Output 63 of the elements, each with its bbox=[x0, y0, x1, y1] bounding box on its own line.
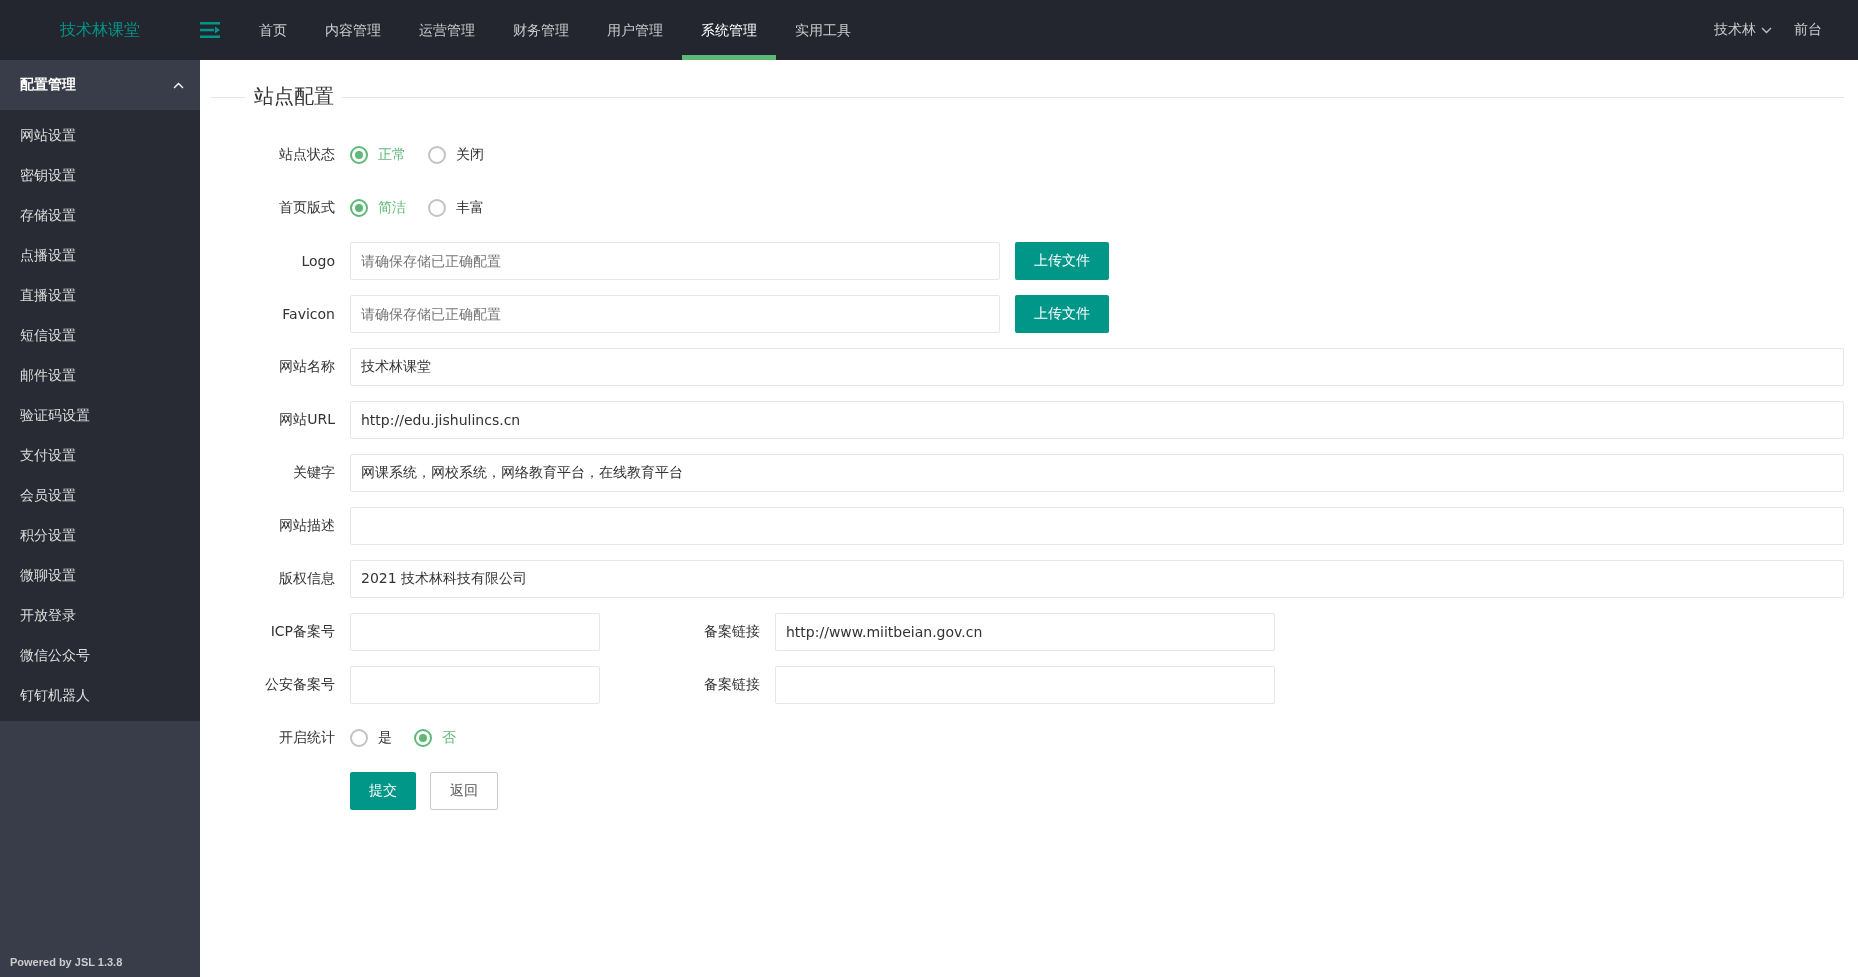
text-field[interactable] bbox=[350, 613, 600, 651]
file-path-field[interactable]: 请确保存储已正确配置 bbox=[350, 242, 1000, 280]
field-label: 网站名称 bbox=[278, 358, 336, 376]
nav-tab[interactable]: 实用工具 bbox=[776, 0, 870, 60]
field-label: 网站URL bbox=[278, 411, 336, 429]
sidebar-item[interactable]: 钉钉机器人 bbox=[0, 675, 200, 715]
chevron-up-icon bbox=[173, 81, 184, 89]
sidebar-item[interactable]: 开放登录 bbox=[0, 595, 200, 635]
radio-option[interactable]: 是 bbox=[350, 729, 392, 747]
field-label: ICP备案号 bbox=[269, 623, 336, 641]
sidebar-item[interactable]: 短信设置 bbox=[0, 315, 200, 355]
nav-tab[interactable]: 运营管理 bbox=[400, 0, 494, 60]
nav-tab[interactable]: 财务管理 bbox=[494, 0, 588, 60]
file-path-field[interactable]: 请确保存储已正确配置 bbox=[350, 295, 1000, 333]
radio-option[interactable]: 关闭 bbox=[428, 146, 484, 164]
sidebar-item[interactable]: 存储设置 bbox=[0, 195, 200, 235]
submit-button[interactable]: 提交 bbox=[350, 772, 416, 810]
text-field[interactable]: 技术林课堂 bbox=[350, 348, 1844, 386]
sidebar-item[interactable]: 验证码设置 bbox=[0, 395, 200, 435]
field-label: 备案链接 bbox=[703, 623, 761, 641]
text-field[interactable] bbox=[775, 666, 1275, 704]
version-text: Powered by JSL 1.3.8 bbox=[9, 956, 124, 970]
section-title: 站点配置 bbox=[253, 83, 335, 110]
sidebar-item[interactable]: 邮件设置 bbox=[0, 355, 200, 395]
nav-tab[interactable]: 首页 bbox=[240, 0, 306, 60]
field-label: 公安备案号 bbox=[264, 676, 336, 694]
sidebar-item[interactable]: 微信公众号 bbox=[0, 635, 200, 675]
sidebar-item[interactable]: 网站设置 bbox=[0, 115, 200, 155]
field-label: 首页版式 bbox=[278, 199, 336, 217]
chevron-down-icon bbox=[1761, 26, 1772, 34]
nav-tab[interactable]: 内容管理 bbox=[306, 0, 400, 60]
upload-button[interactable]: 上传文件 bbox=[1015, 295, 1109, 333]
site-logo[interactable]: 技术林课堂 bbox=[0, 0, 200, 60]
nav-tab[interactable]: 用户管理 bbox=[588, 0, 682, 60]
menu-toggle-button[interactable] bbox=[200, 22, 220, 38]
user-menu[interactable]: 技术林 bbox=[1714, 21, 1772, 39]
field-label: Logo bbox=[300, 253, 336, 269]
nav-tab[interactable]: 系统管理 bbox=[682, 0, 776, 60]
text-field[interactable]: http://www.miitbeian.gov.cn bbox=[775, 613, 1275, 651]
frontend-link[interactable]: 前台 bbox=[1794, 21, 1822, 39]
text-field[interactable]: http://edu.jishulincs.cn bbox=[350, 401, 1844, 439]
field-label: 版权信息 bbox=[278, 570, 336, 588]
field-label: 站点状态 bbox=[278, 146, 336, 164]
menu-icon bbox=[200, 22, 220, 38]
field-label: 网站描述 bbox=[278, 517, 336, 535]
text-field[interactable]: 2021 技术林科技有限公司 bbox=[350, 560, 1844, 598]
field-label: Favicon bbox=[281, 306, 336, 322]
sidebar-item[interactable]: 密钥设置 bbox=[0, 155, 200, 195]
back-button[interactable]: 返回 bbox=[430, 772, 498, 810]
sidebar-item[interactable]: 点播设置 bbox=[0, 235, 200, 275]
sidebar-item[interactable]: 微聊设置 bbox=[0, 555, 200, 595]
sidebar-item[interactable]: 积分设置 bbox=[0, 515, 200, 555]
upload-button[interactable]: 上传文件 bbox=[1015, 242, 1109, 280]
field-label: 开启统计 bbox=[278, 729, 336, 747]
field-label: 关键字 bbox=[292, 464, 336, 482]
field-label: 备案链接 bbox=[703, 676, 761, 694]
radio-option[interactable]: 丰富 bbox=[428, 199, 484, 217]
sidebar-item[interactable]: 支付设置 bbox=[0, 435, 200, 475]
sidebar-item[interactable]: 会员设置 bbox=[0, 475, 200, 515]
text-field[interactable] bbox=[350, 666, 600, 704]
text-field[interactable]: 网课系统，网校系统，网络教育平台，在线教育平台 bbox=[350, 454, 1844, 492]
text-field[interactable] bbox=[350, 507, 1844, 545]
sidebar-item[interactable]: 直播设置 bbox=[0, 275, 200, 315]
